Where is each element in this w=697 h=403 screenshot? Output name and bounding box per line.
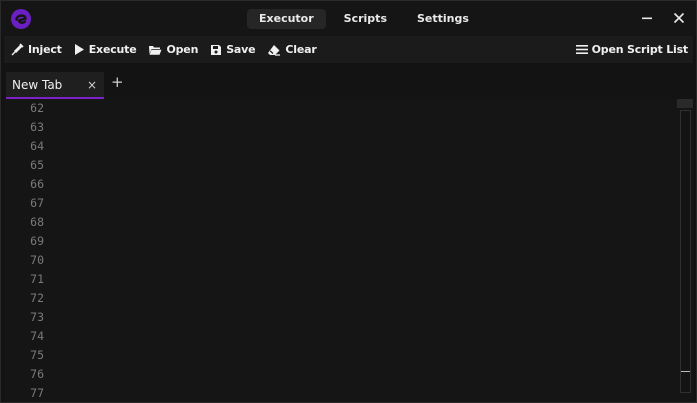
line-number: 64: [30, 139, 44, 153]
line-number: 70: [30, 253, 44, 267]
toolbar-right: Open Script List: [575, 36, 689, 63]
code-editor: 62 63 64 65 66 67 68 69 70 71 72 73 74 75 76 77: [4, 99, 693, 402]
title-bar[interactable]: Executor Scripts Settings: [1, 1, 696, 35]
execute-label: Execute: [88, 43, 137, 56]
tab-executor[interactable]: Executor: [247, 9, 326, 29]
line-number: 71: [30, 272, 44, 286]
open-label: Open: [166, 43, 199, 56]
execute-button[interactable]: Execute: [74, 43, 137, 56]
line-number: 75: [30, 348, 44, 362]
toolbar-actions: Inject Execute Open Save Clear: [11, 36, 317, 63]
top-nav: Executor Scripts Settings: [247, 9, 481, 29]
clear-button[interactable]: Clear: [267, 43, 317, 56]
tab-close-icon[interactable]: ×: [87, 78, 97, 92]
open-script-list-button[interactable]: Open Script List: [575, 43, 689, 56]
line-number: 63: [30, 120, 44, 134]
code-input-area[interactable]: [52, 99, 677, 402]
line-number: 65: [30, 158, 44, 172]
editor-tab-label: New Tab: [12, 78, 63, 92]
editor-tab-new-tab[interactable]: New Tab ×: [6, 72, 104, 99]
inject-button[interactable]: Inject: [11, 43, 62, 56]
add-tab-button[interactable]: +: [111, 74, 124, 90]
line-number: 69: [30, 234, 44, 248]
syringe-icon: [11, 43, 24, 56]
save-icon: [211, 44, 222, 55]
executor-window: Executor Scripts Settings Inject Execute…: [0, 0, 697, 403]
clear-label: Clear: [285, 43, 317, 56]
line-number: 76: [30, 367, 44, 381]
scrollbar-header: [677, 99, 693, 108]
line-number: 67: [30, 196, 44, 210]
open-button[interactable]: Open: [148, 43, 198, 56]
line-number: 72: [30, 291, 44, 305]
line-number: 66: [30, 177, 44, 191]
save-label: Save: [226, 43, 256, 56]
minimize-button[interactable]: [638, 9, 656, 27]
scroll-position-marker: [681, 371, 690, 372]
editor-tab-bar: New Tab × +: [4, 69, 693, 99]
menu-icon: [575, 45, 588, 54]
inject-label: Inject: [28, 43, 62, 56]
play-icon: [74, 44, 84, 55]
save-button[interactable]: Save: [210, 43, 256, 56]
minimize-icon: [642, 17, 652, 20]
line-number: 77: [30, 386, 44, 400]
folder-icon: [149, 45, 162, 55]
tab-scripts[interactable]: Scripts: [332, 9, 399, 29]
line-number: 62: [30, 101, 44, 115]
close-icon: [673, 12, 685, 24]
close-button[interactable]: [670, 9, 688, 27]
eraser-icon: [268, 44, 281, 56]
line-number: 68: [30, 215, 44, 229]
window-controls: [638, 9, 688, 27]
tab-settings[interactable]: Settings: [405, 9, 481, 29]
vertical-scrollbar[interactable]: [680, 110, 691, 393]
line-number: 74: [30, 329, 44, 343]
open-script-list-label: Open Script List: [591, 43, 689, 56]
toolbar: Inject Execute Open Save Clear Open Scri…: [4, 36, 693, 63]
app-logo-icon: [11, 9, 31, 29]
line-number: 73: [30, 310, 44, 324]
